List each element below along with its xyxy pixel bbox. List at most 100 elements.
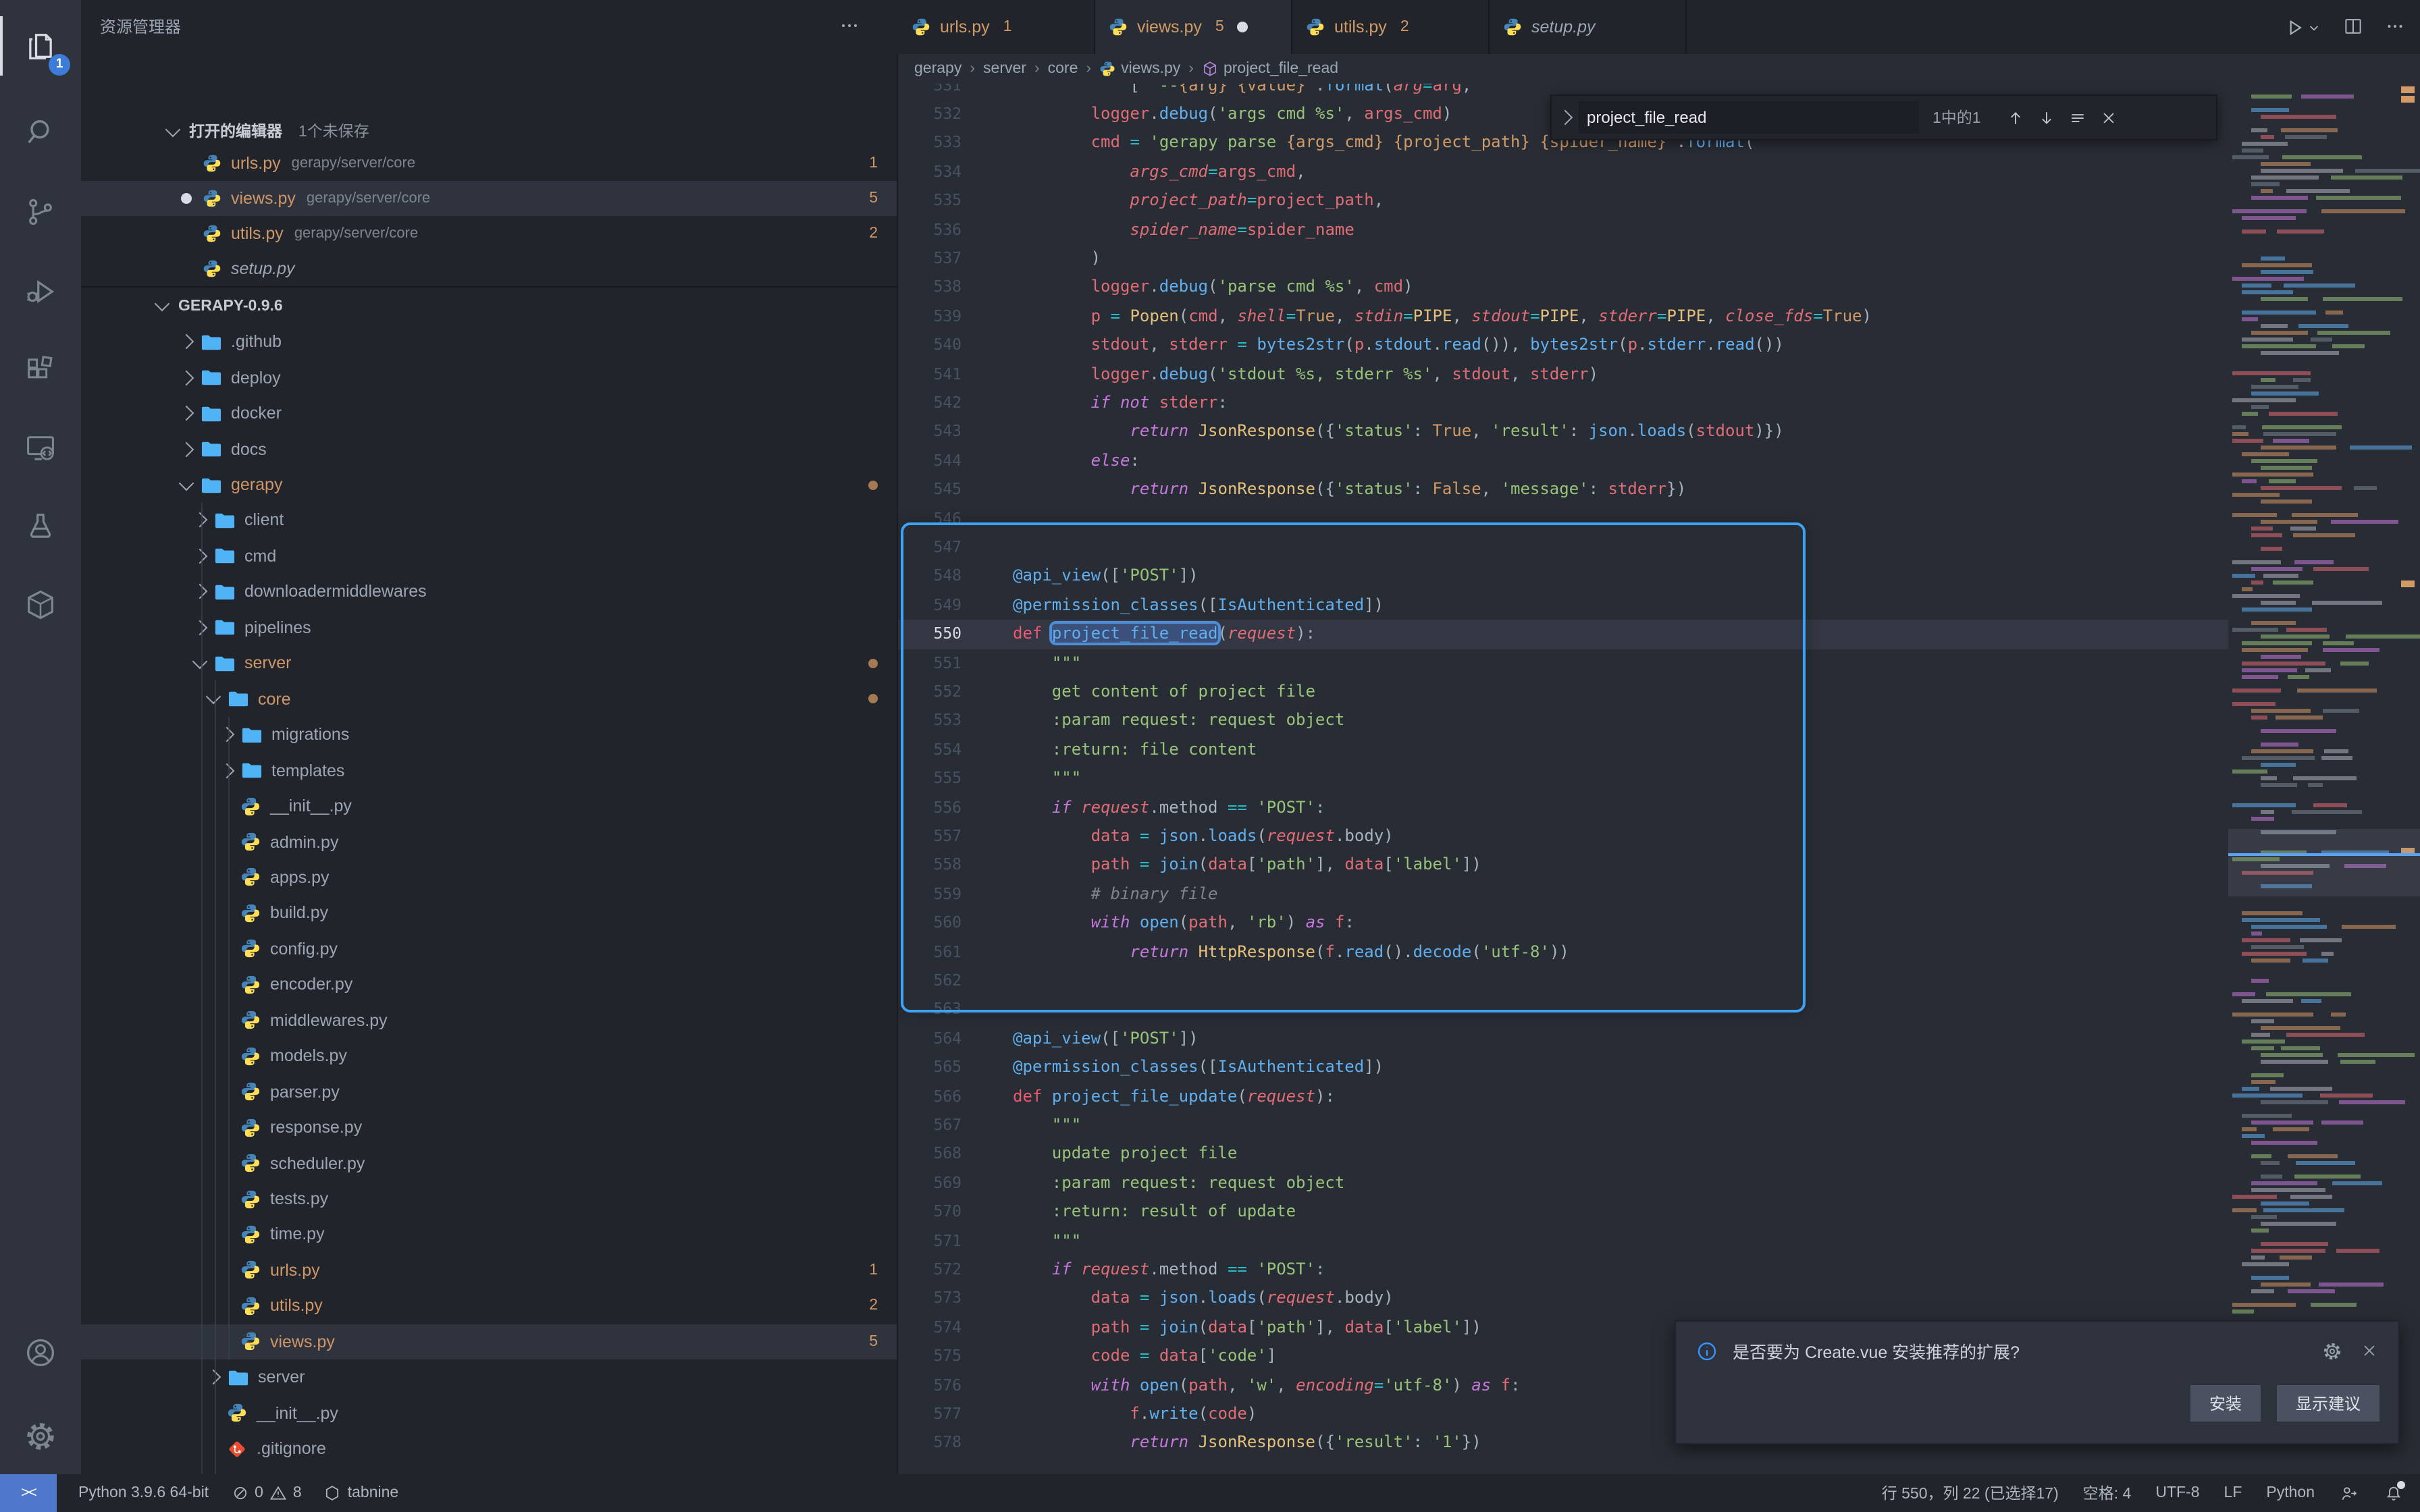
split-editor-button[interactable] [2342, 15, 2365, 39]
code-line-570[interactable]: 570 :return: result of update [898, 1197, 2228, 1226]
code-line-537[interactable]: 537 ) [898, 244, 2228, 273]
tree-item-.github[interactable]: .github [81, 324, 897, 360]
code-line-573[interactable]: 573 data = json.loads(request.body) [898, 1285, 2228, 1314]
indentation-status[interactable]: 空格: 4 [2083, 1482, 2132, 1504]
notification-settings-icon[interactable] [2321, 1340, 2343, 1361]
code-editor[interactable]: 531 [ '--{arg} {value}'.format(arg=arg,5… [898, 54, 2420, 1474]
tabnine-status[interactable]: tabnine [323, 1484, 398, 1503]
activity-run-debug-icon[interactable] [0, 256, 81, 327]
activity-testing-icon[interactable] [0, 491, 81, 562]
code-line-572[interactable]: 572 if request.method == 'POST': [898, 1256, 2228, 1285]
tree-item-manage.py[interactable]: manage.py [81, 1467, 897, 1474]
breadcrumb-item-core[interactable]: core [1048, 61, 1078, 77]
tree-item-__init__.py[interactable]: __init__.py [81, 1395, 897, 1431]
activity-source-control-icon[interactable] [0, 177, 81, 247]
code-line-564[interactable]: 564@api_view(['POST']) [898, 1025, 2228, 1054]
tree-item-gerapy[interactable]: gerapy [81, 467, 897, 503]
code-line-539[interactable]: 539 p = Popen(cmd, shell=True, stdin=PIP… [898, 302, 2228, 331]
code-line-553[interactable]: 553 :param request: request object [898, 707, 2228, 736]
tree-item-admin.py[interactable]: admin.py [81, 824, 897, 860]
code-line-555[interactable]: 555 """ [898, 764, 2228, 793]
code-line-543[interactable]: 543 return JsonResponse({'status': True,… [898, 418, 2228, 447]
tree-item-client[interactable]: client [81, 503, 897, 539]
code-line-545[interactable]: 545 return JsonResponse({'status': False… [898, 475, 2228, 504]
tree-item-.gitignore[interactable]: .gitignore [81, 1431, 897, 1467]
tree-item-models.py[interactable]: models.py [81, 1038, 897, 1074]
install-button[interactable]: 安装 [2190, 1385, 2261, 1422]
activity-settings-icon[interactable] [0, 1401, 81, 1472]
code-line-562[interactable]: 562 [898, 967, 2228, 996]
code-line-566[interactable]: 566def project_file_update(request): [898, 1082, 2228, 1111]
open-editor-utils.py[interactable]: utils.pygerapy/server/core2 [81, 216, 897, 251]
encoding-status[interactable]: UTF-8 [2155, 1485, 2199, 1501]
tree-item-server[interactable]: server [81, 1359, 897, 1395]
feedback-icon[interactable] [2339, 1483, 2359, 1503]
tree-item-__init__.py[interactable]: __init__.py [81, 788, 897, 824]
tree-item-pipelines[interactable]: pipelines [81, 610, 897, 645]
tree-item-encoder.py[interactable]: encoder.py [81, 967, 897, 1002]
notification-close-icon[interactable] [2359, 1341, 2379, 1361]
breadcrumb-item-gerapy[interactable]: gerapy [914, 61, 962, 77]
code-line-552[interactable]: 552 get content of project file [898, 678, 2228, 707]
tab-urls.py[interactable]: urls.py1 [898, 0, 1095, 54]
eol-status[interactable]: LF [2224, 1485, 2242, 1501]
tree-item-response.py[interactable]: response.py [81, 1110, 897, 1145]
code-line-567[interactable]: 567 """ [898, 1111, 2228, 1140]
tree-item-core[interactable]: core [81, 681, 897, 717]
activity-explorer-icon[interactable]: 1 [0, 11, 81, 81]
tab-utils.py[interactable]: utils.py2 [1292, 0, 1490, 54]
python-interpreter[interactable]: Python 3.9.6 64-bit [78, 1485, 209, 1501]
code-line-544[interactable]: 544 else: [898, 447, 2228, 476]
code-line-534[interactable]: 534 args_cmd=args_cmd, [898, 158, 2228, 187]
tree-item-apps.py[interactable]: apps.py [81, 860, 897, 896]
code-line-536[interactable]: 536 spider_name=spider_name [898, 215, 2228, 244]
toggle-replace-icon[interactable] [1558, 110, 1573, 126]
run-python-button[interactable] [2282, 16, 2323, 38]
activity-remote-explorer-icon[interactable] [0, 413, 81, 483]
open-editors-header[interactable]: 打开的编辑器 1个未保存 [81, 113, 898, 148]
problems-status[interactable]: 0 8 [230, 1484, 302, 1503]
language-mode[interactable]: Python [2266, 1485, 2315, 1501]
minimap-slider[interactable] [2228, 829, 2420, 896]
tab-setup.py[interactable]: setup.py [1490, 0, 1687, 54]
find-previous-button[interactable] [2005, 107, 2026, 128]
tree-item-docs[interactable]: docs [81, 431, 897, 467]
activity-extensions-icon[interactable] [0, 335, 81, 405]
find-close-button[interactable] [2099, 107, 2119, 128]
code-line-571[interactable]: 571 """ [898, 1226, 2228, 1256]
tree-item-templates[interactable]: templates [81, 753, 897, 788]
code-line-558[interactable]: 558 path = join(data['path'], data['labe… [898, 851, 2228, 880]
code-line-547[interactable]: 547 [898, 533, 2228, 562]
code-line-554[interactable]: 554 :return: file content [898, 736, 2228, 765]
activity-package-icon[interactable] [0, 570, 81, 640]
code-line-542[interactable]: 542 if not stderr: [898, 389, 2228, 418]
notifications-icon[interactable] [2384, 1483, 2404, 1503]
tree-item-parser.py[interactable]: parser.py [81, 1074, 897, 1110]
find-input[interactable]: project_file_read [1579, 101, 1919, 134]
tree-item-urls.py[interactable]: urls.py1 [81, 1252, 897, 1288]
code-line-565[interactable]: 565@permission_classes([IsAuthenticated]… [898, 1053, 2228, 1082]
tree-item-views.py[interactable]: views.py5 [81, 1324, 897, 1359]
code-line-568[interactable]: 568 update project file [898, 1140, 2228, 1169]
find-next-button[interactable] [2036, 107, 2057, 128]
editor-more-actions-button[interactable] [2384, 15, 2406, 39]
tree-item-build.py[interactable]: build.py [81, 895, 897, 931]
tree-item-time.py[interactable]: time.py [81, 1217, 897, 1253]
breadcrumb-item-views.py[interactable]: views.py [1099, 61, 1180, 77]
code-line-549[interactable]: 549@permission_classes([IsAuthenticated]… [898, 591, 2228, 620]
code-line-560[interactable]: 560 with open(path, 'rb') as f: [898, 909, 2228, 938]
tree-item-downloadermiddlewares[interactable]: downloadermiddlewares [81, 574, 897, 610]
tree-item-config.py[interactable]: config.py [81, 931, 897, 967]
breadcrumb-item-server[interactable]: server [983, 61, 1026, 77]
code-line-538[interactable]: 538 logger.debug('parse cmd %s', cmd) [898, 273, 2228, 302]
tree-item-tests.py[interactable]: tests.py [81, 1181, 897, 1217]
tree-item-utils.py[interactable]: utils.py2 [81, 1288, 897, 1324]
code-line-541[interactable]: 541 logger.debug('stdout %s, stderr %s',… [898, 360, 2228, 389]
open-editor-views.py[interactable]: views.pygerapy/server/core5 [81, 181, 897, 216]
cursor-position[interactable]: 行 550，列 22 (已选择17) [1882, 1482, 2059, 1504]
code-line-569[interactable]: 569 :param request: request object [898, 1169, 2228, 1198]
breadcrumb-item-project_file_read[interactable]: project_file_read [1202, 61, 1338, 77]
find-in-selection-button[interactable] [2068, 107, 2088, 128]
tree-item-middlewares.py[interactable]: middlewares.py [81, 1002, 897, 1038]
remote-indicator[interactable]: >< [0, 1474, 57, 1512]
